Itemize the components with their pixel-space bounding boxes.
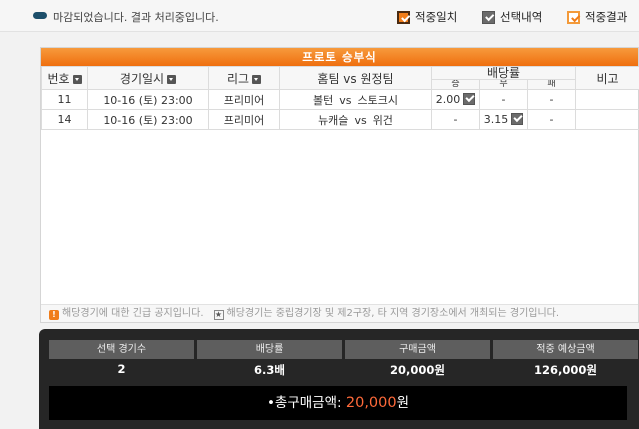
status-bar: 마감되었습니다. 결과 처리중입니다. 적중일치 선택내역 적중결과 [0, 0, 639, 32]
legend-label: 적중일치 [415, 10, 458, 24]
selected-check-icon [511, 113, 524, 125]
cell-note [575, 89, 639, 110]
column-header-draw: 무 [479, 79, 528, 90]
match-panel: 프로토 승부식 번호 경기일시 리그 홈팀 vs 원정팀 배당률 비고 승 무 … [40, 47, 639, 323]
sort-dropdown-icon[interactable] [252, 74, 262, 84]
table-row: 11 10-16 (토) 23:00 프리미어 볼턴 vs 스토크시 2.00 - … [41, 89, 639, 110]
column-header-no[interactable]: 번호 [41, 66, 88, 90]
cell-date: 10-16 (토) 23:00 [87, 109, 209, 130]
venue-notice-text: 해당경기는 중립경기장 및 제2구장, 타 지역 경기장소에서 개최되는 경기입… [226, 308, 560, 319]
urgent-notice-icon: ! [49, 310, 59, 320]
column-header-league[interactable]: 리그 [208, 66, 280, 90]
cell-match: 뉴캐슬 vs 위건 [279, 109, 432, 130]
notice-bar: ! 해당경기에 대한 긴급 공지입니다. ★ 해당경기는 중립경기장 및 제2구장, … [41, 304, 638, 322]
total-purchase-bar: •총구매금액: 20,000원 [49, 386, 627, 420]
legend-hit-result: 적중결과 [567, 10, 627, 24]
cell-match: 볼턴 vs 스토크시 [279, 89, 432, 110]
cell-odds-lose: - [527, 89, 576, 110]
cell-league: 프리미어 [208, 89, 280, 110]
sort-dropdown-icon[interactable] [72, 74, 82, 84]
bullet-icon: • [266, 395, 275, 411]
total-unit: 원 [396, 395, 410, 411]
away-team: 스토크시 [357, 93, 398, 107]
orange-checked-box-icon [397, 10, 411, 24]
orange-outline-checked-box-icon [567, 10, 581, 24]
vs-label: vs [354, 113, 367, 127]
status-text: 마감되었습니다. 결과 처리중입니다. [53, 11, 219, 24]
legend-label: 선택내역 [500, 10, 543, 24]
total-label: 총구매금액: [274, 395, 342, 411]
summary-header-games: 선택 경기수 [49, 340, 194, 359]
cell-odds-draw: 3.15 [479, 109, 528, 130]
status-indicator-icon [33, 12, 47, 19]
total-amount: 20,000 [345, 395, 397, 411]
column-header-win: 승 [431, 79, 480, 90]
summary-header-expected: 적중 예상금액 [493, 340, 638, 359]
summary-header-odds: 배당률 [197, 340, 342, 359]
legend-hit-match: 적중일치 [397, 10, 457, 24]
legend-selected: 선택내역 [482, 10, 542, 24]
column-header-odds: 배당률 [431, 66, 576, 80]
column-header-note: 비고 [575, 66, 639, 90]
urgent-notice-text: 해당경기에 대한 긴급 공지입니다. [62, 308, 204, 319]
cell-note [575, 109, 639, 130]
column-header-lose: 패 [527, 79, 576, 90]
legend-label: 적중결과 [585, 10, 628, 24]
cell-no: 11 [41, 89, 88, 110]
cell-odds-win: 2.00 [431, 89, 480, 110]
cell-no: 14 [41, 109, 88, 130]
star-icon: ★ [213, 310, 224, 320]
panel-title: 프로토 승부식 [41, 48, 638, 66]
match-table: 번호 경기일시 리그 홈팀 vs 원정팀 배당률 비고 승 무 패 11 10-… [41, 66, 639, 130]
cell-odds-draw: - [479, 89, 528, 110]
selected-check-icon [463, 93, 476, 105]
summary-panel: 선택 경기수 배당률 구매금액 적중 예상금액 2 6.3배 20,000원 1… [39, 329, 639, 429]
gray-checked-box-icon [482, 10, 495, 24]
table-row: 14 10-16 (토) 23:00 프리미어 뉴캐슬 vs 위건 - 3.15 - [41, 109, 639, 130]
cell-odds-lose: - [527, 109, 576, 130]
away-team: 위건 [372, 113, 393, 127]
summary-value-games: 2 [117, 362, 126, 376]
sort-dropdown-icon[interactable] [167, 74, 177, 84]
cell-league: 프리미어 [208, 109, 280, 130]
cell-date: 10-16 (토) 23:00 [87, 89, 209, 110]
summary-value-odds: 6.3배 [254, 363, 285, 377]
home-team: 볼턴 [313, 93, 334, 107]
column-header-match: 홈팀 vs 원정팀 [279, 66, 432, 90]
summary-value-expected: 126,000원 [534, 363, 597, 377]
summary-value-amount: 20,000원 [390, 363, 445, 377]
home-team: 뉴캐슬 [318, 113, 349, 127]
vs-label: vs [339, 93, 352, 107]
summary-header-amount: 구매금액 [345, 340, 490, 359]
column-header-date[interactable]: 경기일시 [87, 66, 209, 90]
cell-odds-win: - [431, 109, 480, 130]
